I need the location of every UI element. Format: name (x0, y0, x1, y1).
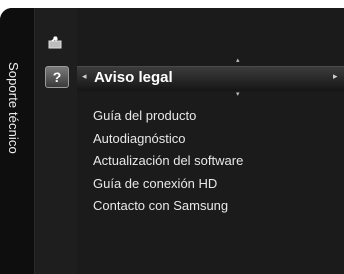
right-arrow-icon[interactable]: ▸ (333, 71, 338, 82)
menu-list: Guía del producto Autodiagnóstico Actual… (93, 108, 243, 221)
left-arrow-icon[interactable]: ◂ (82, 71, 87, 82)
selected-item-label: Aviso legal (94, 69, 173, 86)
help-icon[interactable]: ? (45, 66, 69, 88)
menu-item-actualizacion-software[interactable]: Actualización del software (93, 153, 243, 176)
menu-item-contacto-samsung[interactable]: Contacto con Samsung (93, 198, 243, 221)
menu-item-guia-producto[interactable]: Guía del producto (93, 108, 243, 131)
menu-item-autodiagnostico[interactable]: Autodiagnóstico (93, 131, 243, 154)
menu-item-guia-conexion-hd[interactable]: Guía de conexión HD (93, 176, 243, 199)
side-title: Soporte técnico (6, 62, 21, 154)
up-arrow-icon[interactable]: ▴ (236, 56, 240, 64)
tools-icon[interactable] (47, 35, 63, 49)
down-arrow-icon[interactable]: ▾ (236, 90, 240, 98)
